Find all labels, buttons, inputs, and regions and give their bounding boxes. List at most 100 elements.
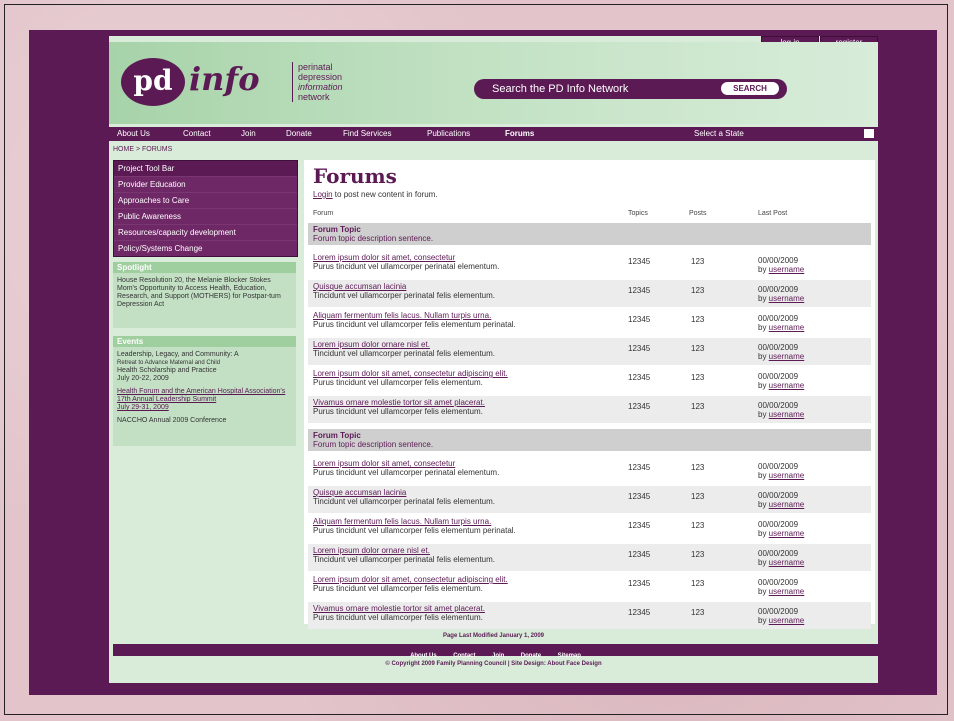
table-row: Vivamus ornare molestie tortor sit amet … (308, 602, 871, 629)
topics-count: 12345 (628, 402, 651, 411)
username-link[interactable]: username (769, 529, 805, 538)
search-input[interactable]: Search the PD Info Network (492, 83, 628, 95)
thread-link[interactable]: Quisque accumsan lacinia (313, 282, 406, 291)
username-link[interactable]: username (769, 471, 805, 480)
column-header-last-post: Last Post (758, 210, 788, 217)
sidebar-item-approaches-to-care[interactable]: Approaches to Care (114, 192, 297, 208)
spotlight-title: Spotlight (113, 262, 296, 273)
topics-count: 12345 (628, 492, 651, 501)
last-post-by: by (758, 616, 769, 625)
last-post-date: 00/00/2009 (758, 578, 799, 587)
event-link[interactable]: Health Forum and the American Hospital A… (117, 388, 285, 403)
nav-item-join[interactable]: Join (241, 129, 256, 138)
forum-topic-header: Forum Topic Forum topic description sent… (308, 429, 871, 451)
nav-item-publications[interactable]: Publications (427, 129, 470, 138)
thread-link[interactable]: Lorem ipsum dolor ornare nisl et. (313, 546, 430, 555)
last-post: 00/00/2009 by username (758, 520, 804, 538)
search-bar[interactable]: Search the PD Info Network SEARCH (474, 79, 787, 99)
logo-info[interactable]: info (189, 60, 260, 98)
username-link[interactable]: username (769, 616, 805, 625)
last-post-date: 00/00/2009 (758, 314, 799, 323)
posts-count: 123 (691, 579, 705, 588)
forum-topic-description: Forum topic description sentence. (313, 440, 434, 449)
logo-pd[interactable]: pd (121, 58, 185, 106)
posts-count: 123 (691, 608, 705, 617)
username-link[interactable]: username (769, 294, 805, 303)
thread-description: Tincidunt vel ullamcorper perinatal feli… (313, 349, 496, 358)
table-row: Lorem ipsum dolor sit amet, consectetur … (308, 573, 871, 600)
breadcrumb[interactable]: HOME > FORUMS (113, 146, 172, 153)
tagline-line: information (298, 82, 343, 92)
event-title: Health Scholarship and Practice (117, 367, 217, 374)
thread-link[interactable]: Lorem ipsum dolor ornare nisl et. (313, 340, 430, 349)
username-link[interactable]: username (769, 323, 805, 332)
sidebar-item-provider-education[interactable]: Provider Education (114, 176, 297, 192)
sidebar-item-policy[interactable]: Policy/Systems Change (114, 240, 297, 256)
login-link[interactable]: Login (313, 190, 333, 199)
nav-item-about-us[interactable]: About Us (117, 129, 150, 138)
thread-link[interactable]: Lorem ipsum dolor sit amet, consectetur (313, 459, 455, 468)
event-title: Leadership, Legacy, and Community: A (117, 351, 239, 358)
event-date-link[interactable]: July 29-31, 2009 (117, 404, 169, 411)
nav-item-forums[interactable]: Forums (505, 129, 534, 138)
username-link[interactable]: username (769, 381, 805, 390)
chevron-down-icon[interactable]: ▼ (864, 129, 874, 138)
thread-link[interactable]: Vivamus ornare molestie tortor sit amet … (313, 398, 485, 407)
thread-link[interactable]: Lorem ipsum dolor sit amet, consectetur … (313, 369, 508, 378)
copyright: © Copyright 2009 Family Planning Council… (385, 661, 602, 667)
topics-count: 12345 (628, 608, 651, 617)
thread-link[interactable]: Aliquam fermentum felis lacus. Nullam tu… (313, 311, 491, 320)
posts-count: 123 (691, 492, 705, 501)
topics-count: 12345 (628, 373, 651, 382)
topics-count: 12345 (628, 550, 651, 559)
sidebar-item-public-awareness[interactable]: Public Awareness (114, 208, 297, 224)
column-header-posts: Posts (689, 210, 707, 217)
tagline-line: network (298, 92, 330, 102)
search-button[interactable]: SEARCH (721, 82, 779, 95)
spotlight-text[interactable]: House Resolution 20, the Melanie Blocker… (113, 273, 296, 313)
table-row: Quisque accumsan lacinia Tincidunt vel u… (308, 280, 871, 307)
sidebar-item-resources[interactable]: Resources/capacity development (114, 224, 297, 240)
last-post-date: 00/00/2009 (758, 256, 799, 265)
username-link[interactable]: username (769, 500, 805, 509)
username-link[interactable]: username (769, 410, 805, 419)
last-modified: Page Last Modified January 1, 2009 (442, 633, 545, 639)
username-link[interactable]: username (769, 558, 805, 567)
thread-link[interactable]: Quisque accumsan lacinia (313, 488, 406, 497)
main-nav: About Us Contact Join Donate Find Servic… (109, 127, 878, 141)
topics-count: 12345 (628, 286, 651, 295)
last-post-date: 00/00/2009 (758, 607, 799, 616)
thread-description: Tincidunt vel ullamcorper perinatal feli… (313, 497, 496, 506)
posts-count: 123 (691, 315, 705, 324)
spotlight-box: Spotlight House Resolution 20, the Melan… (113, 262, 296, 328)
site-page: log in register pd info perinatal depres… (109, 36, 878, 683)
events-box: Events Leadership, Legacy, and Community… (113, 336, 296, 446)
nav-item-contact[interactable]: Contact (183, 129, 211, 138)
last-post-by: by (758, 294, 769, 303)
posts-count: 123 (691, 550, 705, 559)
thread-link[interactable]: Lorem ipsum dolor sit amet, consectetur (313, 253, 455, 262)
last-post: 00/00/2009 by username (758, 314, 804, 332)
table-row: Aliquam fermentum felis lacus. Nullam tu… (308, 309, 871, 336)
footer-nav: About Us Contact Join Donate Sitemap (113, 644, 878, 659)
topics-count: 12345 (628, 463, 651, 472)
last-post: 00/00/2009 by username (758, 607, 804, 625)
last-post-date: 00/00/2009 (758, 401, 799, 410)
state-select[interactable]: Select a State (694, 129, 744, 138)
topics-count: 12345 (628, 579, 651, 588)
posts-count: 123 (691, 344, 705, 353)
forum-topic-title[interactable]: Forum Topic (313, 225, 361, 234)
table-row: Lorem ipsum dolor sit amet, consectetur … (308, 251, 871, 278)
nav-item-donate[interactable]: Donate (286, 129, 312, 138)
nav-item-find-services[interactable]: Find Services (343, 129, 391, 138)
last-post-by: by (758, 352, 769, 361)
last-post: 00/00/2009 by username (758, 343, 804, 361)
thread-link[interactable]: Lorem ipsum dolor sit amet, consectetur … (313, 575, 508, 584)
last-post-date: 00/00/2009 (758, 285, 799, 294)
username-link[interactable]: username (769, 587, 805, 596)
forum-topic-title[interactable]: Forum Topic (313, 431, 361, 440)
thread-link[interactable]: Aliquam fermentum felis lacus. Nullam tu… (313, 517, 491, 526)
username-link[interactable]: username (769, 265, 805, 274)
thread-link[interactable]: Vivamus ornare molestie tortor sit amet … (313, 604, 485, 613)
username-link[interactable]: username (769, 352, 805, 361)
